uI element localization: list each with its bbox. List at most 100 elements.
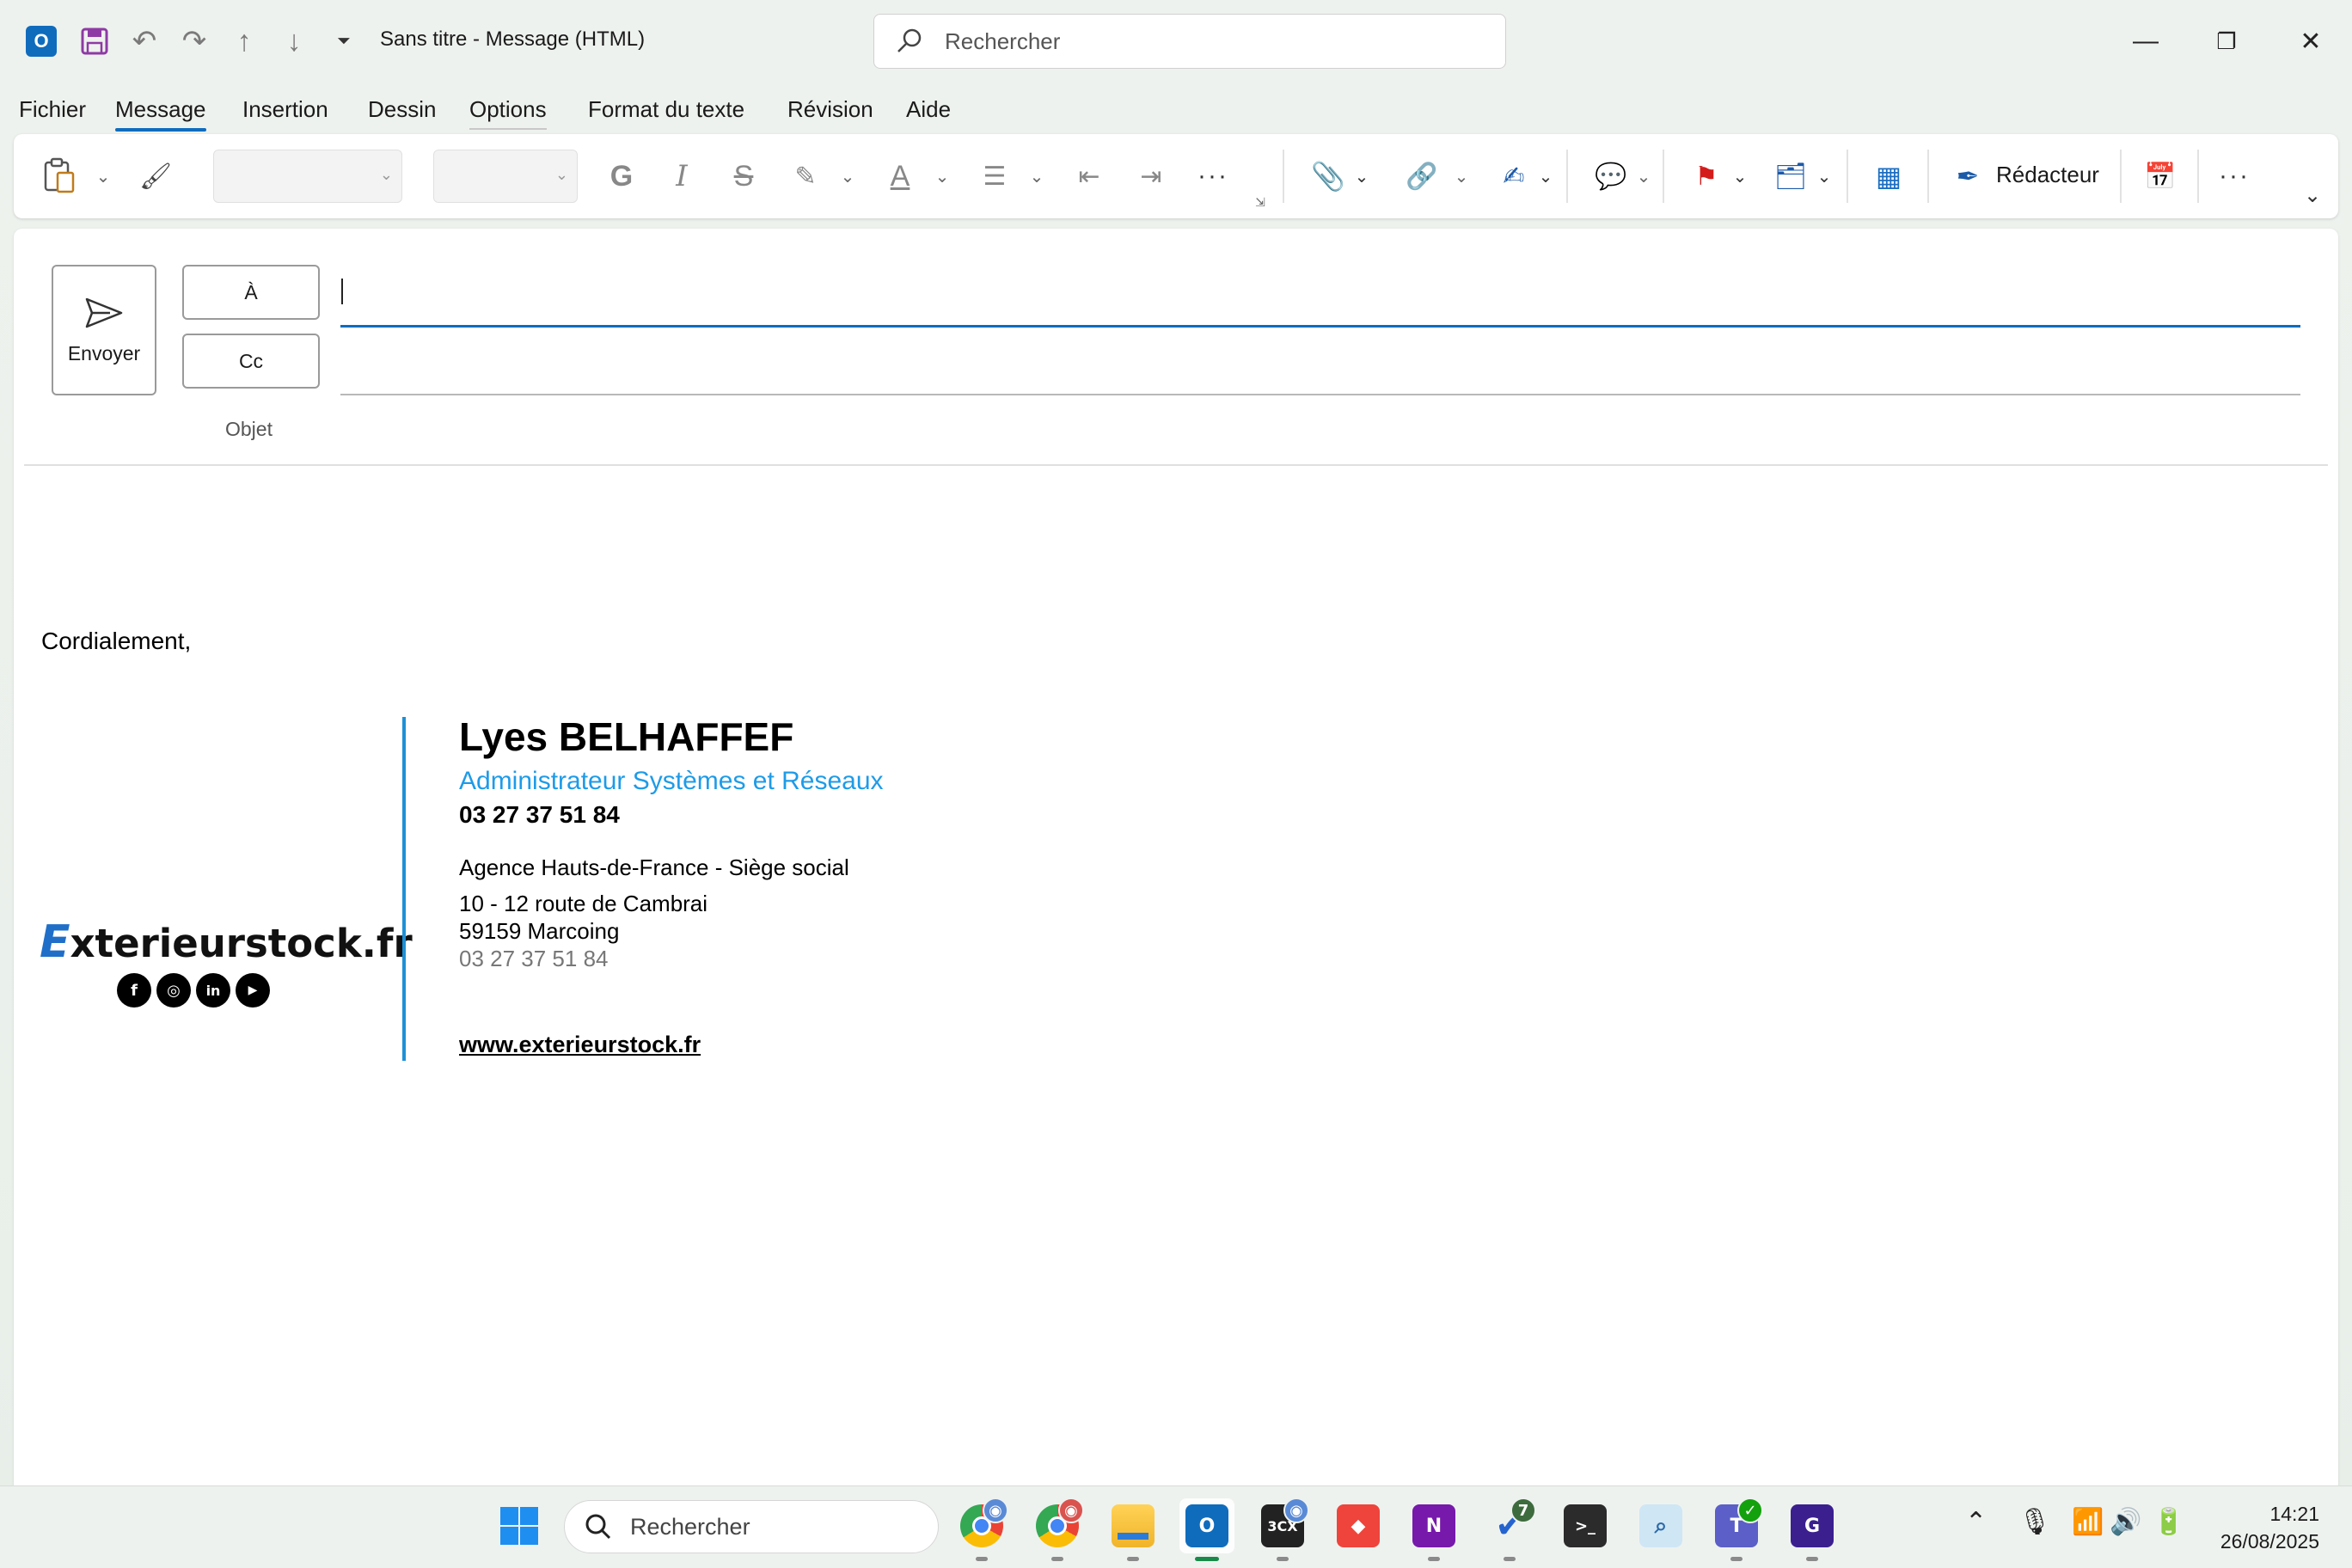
tab-fichier[interactable]: Fichier <box>19 96 86 123</box>
redo-icon[interactable]: ↷ <box>175 22 213 60</box>
flag-dropdown-chevron-icon[interactable]: ⌄ <box>1730 134 1750 218</box>
customize-qat-icon[interactable]: ⏷ <box>325 22 363 60</box>
signature-agency: Agence Hauts-de-France - Siège social <box>459 854 849 880</box>
paste-dropdown-chevron-icon[interactable]: ⌄ <box>93 134 113 218</box>
attach-dropdown-chevron-icon[interactable]: ⌄ <box>1351 134 1372 218</box>
previous-item-icon[interactable]: ↑ <box>225 22 263 60</box>
tab-dessin[interactable]: Dessin <box>368 96 436 123</box>
signature-phone: 03 27 37 51 84 <box>459 801 620 828</box>
taskbar-gestion-app[interactable]: G <box>1785 1498 1840 1553</box>
attach-file-icon[interactable]: 📎 <box>1307 134 1350 218</box>
close-button[interactable]: ✕ <box>2290 21 2331 62</box>
to-field[interactable] <box>340 325 2300 328</box>
tab-insertion[interactable]: Insertion <box>242 96 328 123</box>
more-formatting-button[interactable]: ··· <box>1191 134 1234 218</box>
taskbar-network-scanner[interactable]: ⌕ <box>1633 1498 1688 1553</box>
microphone-icon[interactable]: 🎙 <box>2018 1507 2051 1537</box>
running-indicator <box>1428 1557 1440 1561</box>
taskbar-outlook[interactable]: O <box>1179 1498 1234 1553</box>
taskbar-search-placeholder: Rechercher <box>630 1513 750 1540</box>
taskbar-terminal[interactable]: >_ <box>1558 1498 1613 1553</box>
taskbar-onenote[interactable]: N <box>1406 1498 1461 1553</box>
signature-icon[interactable]: ✍ <box>1492 134 1535 218</box>
sensitivity-icon[interactable]: 🗂 <box>1769 134 1812 218</box>
format-painter-icon[interactable]: 🖌 <box>134 134 177 218</box>
facebook-icon[interactable]: f <box>117 973 151 1008</box>
ribbon-divider <box>1283 150 1284 203</box>
start-button[interactable] <box>492 1498 547 1553</box>
next-item-icon[interactable]: ↓ <box>275 22 313 60</box>
windows-taskbar: Rechercher ◉ ◉ O 3CX ◉ ◆ N ✔ 7 >_ ⌕ T ✓ G ⌃… <box>0 1485 2352 1568</box>
bullets-dropdown-chevron-icon[interactable]: ⌄ <box>1026 134 1047 218</box>
search-input[interactable]: Rechercher <box>873 14 1506 69</box>
cc-button[interactable]: Cc <box>182 334 320 389</box>
tab-options[interactable]: Options <box>469 96 547 130</box>
increase-indent-icon[interactable]: ⇥ <box>1130 134 1173 218</box>
expand-ribbon-chevron-icon[interactable]: ⌄ <box>2302 153 2323 237</box>
bold-button[interactable]: G <box>600 134 643 218</box>
sensitivity-dropdown-chevron-icon[interactable]: ⌄ <box>1814 134 1834 218</box>
linkedin-icon[interactable]: in <box>196 973 230 1008</box>
taskbar-chrome-profile2[interactable]: ◉ <box>1030 1498 1085 1553</box>
font-family-select[interactable]: ⌄ <box>213 150 402 203</box>
volume-icon[interactable]: 🔊 <box>2110 1507 2141 1537</box>
taskbar-chrome-profile1[interactable]: ◉ <box>954 1498 1009 1553</box>
tab-format-du-texte[interactable]: Format du texte <box>588 96 744 123</box>
battery-icon[interactable]: 🔋 <box>2153 1507 2184 1537</box>
comment-dropdown-chevron-icon[interactable]: ⌄ <box>1633 134 1654 218</box>
redacteur-button[interactable]: Rédacteur <box>1996 162 2099 188</box>
running-indicator <box>1504 1557 1516 1561</box>
italic-button[interactable]: I <box>660 134 703 218</box>
tab-revision[interactable]: Révision <box>787 96 873 123</box>
signature-role: Administrateur Systèmes et Réseaux <box>459 767 884 795</box>
instagram-icon[interactable]: ◎ <box>156 973 191 1008</box>
signature-website-link[interactable]: www.exterieurstock.fr <box>459 1032 701 1058</box>
taskbar-todo[interactable]: ✔ 7 <box>1482 1498 1537 1553</box>
greeting-text[interactable]: Cordialement, <box>41 628 191 655</box>
tab-message[interactable]: Message <box>115 96 206 132</box>
system-clock[interactable]: 14:21 26/08/2025 <box>2220 1500 2319 1555</box>
title-bar: O ↶ ↷ ↑ ↓ ⏷ Sans titre - Message (HTML) … <box>0 0 2352 83</box>
follow-up-flag-icon[interactable]: ⚑ <box>1685 134 1728 218</box>
window-title: Sans titre - Message (HTML) <box>380 28 646 51</box>
decrease-indent-icon[interactable]: ⇤ <box>1068 134 1111 218</box>
taskbar-3cx[interactable]: 3CX ◉ <box>1255 1498 1310 1553</box>
paste-icon[interactable] <box>38 134 81 218</box>
tab-aide[interactable]: Aide <box>906 96 951 123</box>
outlook-app-icon[interactable]: O <box>22 22 60 60</box>
restore-button[interactable]: ❐ <box>2206 21 2247 62</box>
comment-icon[interactable]: 💬 <box>1585 134 1637 218</box>
taskbar-search-input[interactable]: Rechercher <box>564 1500 939 1553</box>
highlight-icon[interactable]: ✎ <box>784 134 827 218</box>
redacteur-icon[interactable]: ✒ <box>1946 134 1989 218</box>
clock-date: 26/08/2025 <box>2220 1530 2319 1553</box>
taskbar-file-explorer[interactable] <box>1106 1498 1161 1553</box>
windows-logo-icon <box>500 1507 538 1545</box>
save-icon[interactable] <box>76 22 113 60</box>
strikethrough-button[interactable]: S <box>722 134 765 218</box>
minimize-button[interactable]: — <box>2125 21 2166 62</box>
ribbon-divider <box>2120 150 2122 203</box>
signature-dropdown-chevron-icon[interactable]: ⌄ <box>1535 134 1556 218</box>
highlight-dropdown-chevron-icon[interactable]: ⌄ <box>837 134 858 218</box>
apps-grid-icon[interactable]: ▦ <box>1867 134 1910 218</box>
signature-phone-secondary: 03 27 37 51 84 <box>459 946 609 971</box>
cc-field[interactable] <box>340 394 2300 395</box>
to-button[interactable]: À <box>182 265 320 320</box>
ribbon-tabs: Fichier Message Insertion Dessin Options… <box>0 91 2352 134</box>
send-button[interactable]: Envoyer <box>52 265 156 395</box>
font-color-button[interactable]: A <box>879 134 922 218</box>
show-hidden-icons-chevron-icon[interactable]: ⌃ <box>1965 1507 1987 1537</box>
font-color-dropdown-chevron-icon[interactable]: ⌄ <box>932 134 952 218</box>
font-size-select[interactable]: ⌄ <box>433 150 578 203</box>
taskbar-anydesk[interactable]: ◆ <box>1331 1498 1386 1553</box>
more-options-button[interactable]: ··· <box>2213 134 2256 218</box>
link-icon[interactable]: 🔗 <box>1396 134 1448 218</box>
undo-icon[interactable]: ↶ <box>126 22 163 60</box>
link-dropdown-chevron-icon[interactable]: ⌄ <box>1451 134 1472 218</box>
taskbar-teams[interactable]: T ✓ <box>1709 1498 1764 1553</box>
bullets-icon[interactable]: ☰ <box>973 134 1016 218</box>
wifi-icon[interactable]: 📶 <box>2072 1507 2104 1537</box>
youtube-icon[interactable]: ▶ <box>236 973 270 1008</box>
viva-insights-icon[interactable]: 📅 <box>2139 134 2182 218</box>
